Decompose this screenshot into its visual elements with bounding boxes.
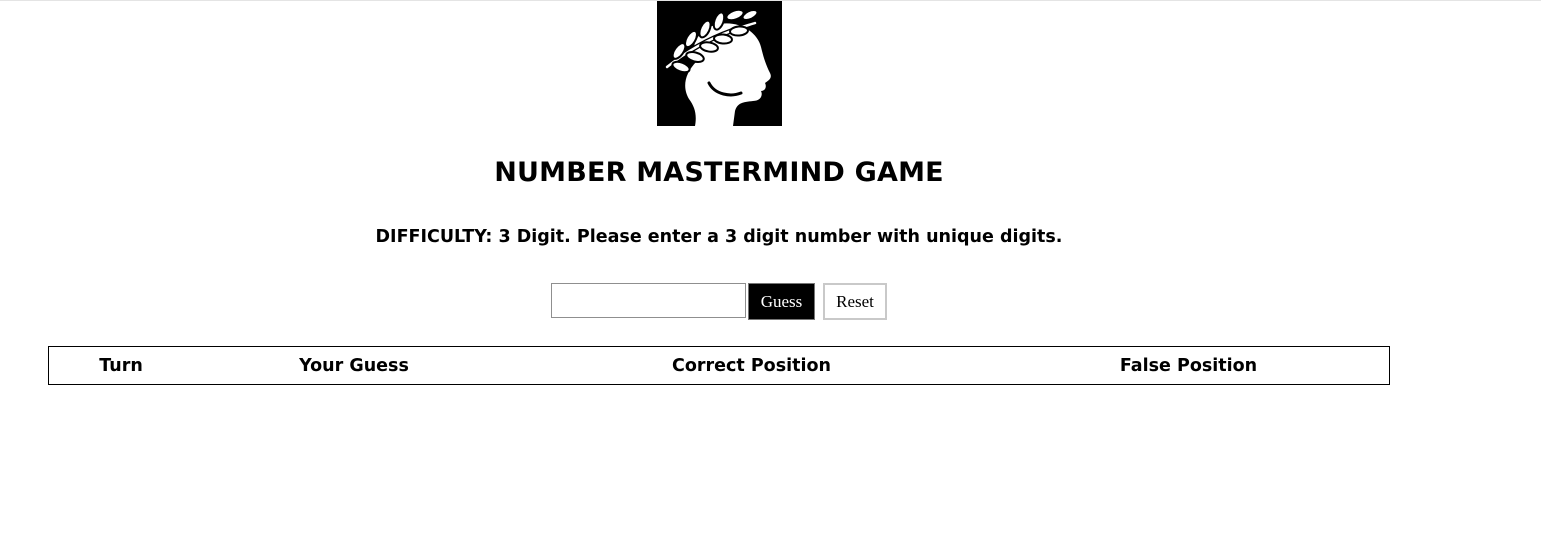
guess-input[interactable]: [551, 283, 746, 318]
results-table-header: Turn Your Guess Correct Position False P…: [49, 347, 1390, 385]
logo: [657, 1, 782, 126]
results-table: Turn Your Guess Correct Position False P…: [48, 346, 1390, 385]
column-header-correct-position: Correct Position: [672, 355, 831, 376]
guess-button[interactable]: Guess: [748, 283, 815, 320]
column-header-false-position: False Position: [1119, 355, 1258, 376]
table-header-row: Turn Your Guess Correct Position False P…: [49, 347, 1390, 385]
column-header-turn: Turn: [99, 355, 143, 376]
reset-button[interactable]: Reset: [823, 283, 887, 320]
difficulty-instructions: DIFFICULTY: 3 Digit. Please enter a 3 di…: [375, 227, 1063, 247]
laurel-head-icon: [664, 8, 771, 126]
column-header-your-guess: Your Guess: [299, 355, 409, 376]
page-title: NUMBER MASTERMIND GAME: [494, 157, 944, 188]
